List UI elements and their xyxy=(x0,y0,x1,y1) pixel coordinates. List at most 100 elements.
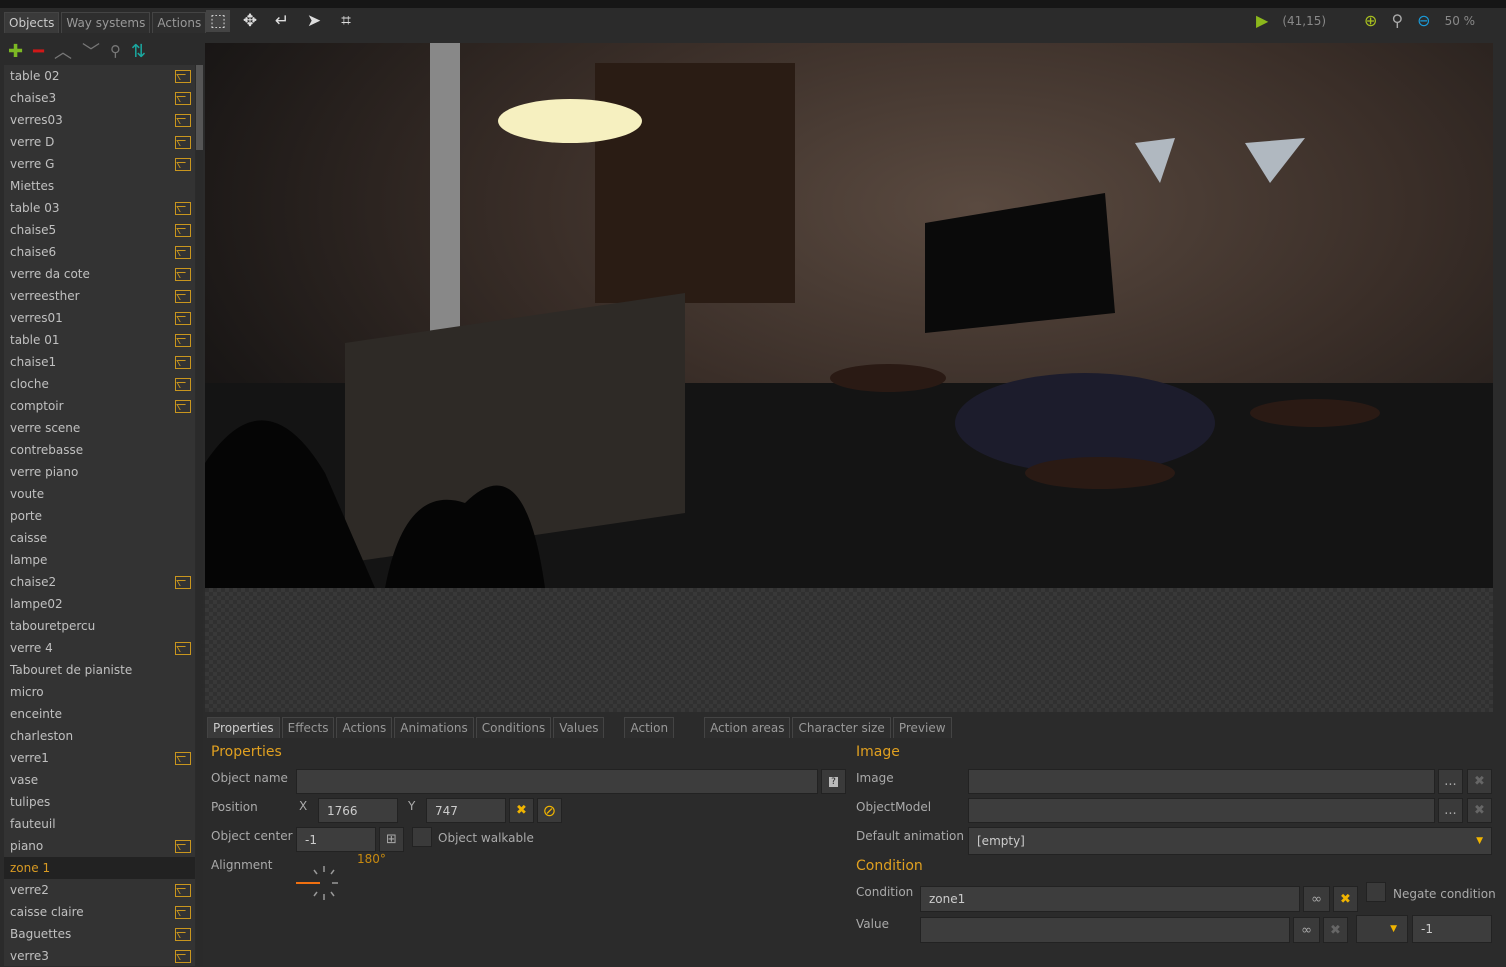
tab-way-systems[interactable]: Way systems xyxy=(61,12,151,33)
default-animation-select[interactable]: [empty] ▼ xyxy=(968,827,1492,855)
object-list-item[interactable]: zone 1 xyxy=(4,857,195,879)
object-list-item[interactable]: enceinte xyxy=(4,703,195,725)
object-list-item[interactable]: verre1 xyxy=(4,747,195,769)
tab-action-areas[interactable]: Action areas xyxy=(704,717,791,738)
object-list-item[interactable]: fauteuil xyxy=(4,813,195,835)
object-list-item[interactable]: verreesther xyxy=(4,285,195,307)
link-value-icon[interactable]: ∞ xyxy=(1293,917,1320,943)
object-list-item[interactable]: verre scene xyxy=(4,417,195,439)
center-spinbox[interactable]: -1 xyxy=(296,827,376,852)
tab-conditions[interactable]: Conditions xyxy=(475,717,552,738)
object-list-item[interactable]: table 03 xyxy=(4,197,195,219)
play-icon[interactable]: ▶ xyxy=(1256,11,1268,30)
move-icon[interactable]: ✥ xyxy=(238,10,262,32)
tab-actions[interactable]: Actions xyxy=(152,12,207,33)
browse-image-button[interactable]: ... xyxy=(1438,769,1463,794)
clear-value-icon[interactable]: ✖ xyxy=(1323,917,1348,943)
object-name: chaise5 xyxy=(10,223,57,237)
object-list-item[interactable]: micro xyxy=(4,681,195,703)
object-list-item[interactable]: verres03 xyxy=(4,109,195,131)
zoom-in-icon[interactable]: ⊕ xyxy=(1364,11,1377,30)
image-input[interactable] xyxy=(968,769,1435,794)
object-list-item[interactable]: comptoir xyxy=(4,395,195,417)
object-list-item[interactable]: chaise1 xyxy=(4,351,195,373)
object-list-item[interactable]: cloche xyxy=(4,373,195,395)
object-list-item[interactable]: piano xyxy=(4,835,195,857)
move-up-icon[interactable]: ︿ xyxy=(54,38,72,64)
tab-values[interactable]: Values xyxy=(553,717,605,738)
tab-character-size[interactable]: Character size xyxy=(792,717,891,738)
object-list-item[interactable]: contrebasse xyxy=(4,439,195,461)
object-list-item[interactable]: chaise3 xyxy=(4,87,195,109)
object-list-item[interactable]: verres01 xyxy=(4,307,195,329)
object-list-item[interactable]: Baguettes xyxy=(4,923,195,945)
object-list-item[interactable]: caisse claire xyxy=(4,901,195,923)
add-icon[interactable]: ✚ xyxy=(8,41,23,62)
object-name: micro xyxy=(10,685,44,699)
object-list-item[interactable]: tulipes xyxy=(4,791,195,813)
pointer-icon[interactable]: ➤ xyxy=(302,10,326,32)
object-list-item[interactable]: verre 4 xyxy=(4,637,195,659)
tab-actions[interactable]: Actions xyxy=(336,717,393,738)
object-list-item[interactable]: chaise6 xyxy=(4,241,195,263)
remove-icon[interactable]: ━ xyxy=(33,41,44,62)
walkable-checkbox[interactable] xyxy=(412,827,432,847)
object-list-item[interactable]: tabouretpercu xyxy=(4,615,195,637)
center-grid-icon[interactable]: ⊞ xyxy=(379,827,404,852)
scene-canvas[interactable] xyxy=(205,43,1493,588)
y-spinbox[interactable]: 747 xyxy=(426,798,506,823)
negate-checkbox[interactable] xyxy=(1366,882,1386,902)
compass-icon[interactable]: ⊘ xyxy=(537,798,562,823)
object-list-item[interactable]: verre G xyxy=(4,153,195,175)
tab-effects[interactable]: Effects xyxy=(281,717,335,738)
object-list-item[interactable]: verre piano xyxy=(4,461,195,483)
browse-model-button[interactable]: ... xyxy=(1438,798,1463,823)
crop-icon[interactable]: ⌗ xyxy=(334,10,358,32)
object-list-item[interactable]: porte xyxy=(4,505,195,527)
tab-objects[interactable]: Objects xyxy=(4,12,60,33)
object-name-input[interactable] xyxy=(296,769,818,794)
sort-icon[interactable]: ⇅ xyxy=(131,41,146,62)
list-scrollbar[interactable] xyxy=(196,65,203,966)
model-input[interactable] xyxy=(968,798,1435,823)
object-list-item[interactable]: verre D xyxy=(4,131,195,153)
zoom-reset-icon[interactable]: ⚲ xyxy=(1391,11,1403,30)
object-list-item[interactable]: Tabouret de pianiste xyxy=(4,659,195,681)
tab-properties[interactable]: Properties xyxy=(207,717,280,738)
tab-animations[interactable]: Animations xyxy=(394,717,474,738)
object-list-item[interactable]: verre3 xyxy=(4,945,195,967)
object-list-item[interactable]: chaise5 xyxy=(4,219,195,241)
object-list-item[interactable]: verre2 xyxy=(4,879,195,901)
zoom-out-icon[interactable]: ⊖ xyxy=(1417,11,1430,30)
search-icon[interactable]: ⚲ xyxy=(110,42,121,60)
clear-condition-icon[interactable]: ✖ xyxy=(1333,886,1358,912)
clear-model-icon[interactable]: ✖ xyxy=(1467,798,1492,823)
object-list-item[interactable]: caisse xyxy=(4,527,195,549)
return-icon[interactable]: ↵ xyxy=(270,10,294,32)
select-rect-icon[interactable]: ⬚ xyxy=(206,10,230,32)
move-down-icon[interactable]: ﹀ xyxy=(82,38,100,64)
object-list-item[interactable]: table 01 xyxy=(4,329,195,351)
object-list-item[interactable]: table 02 xyxy=(4,65,195,87)
object-list-item[interactable]: charleston xyxy=(4,725,195,747)
clear-image-icon[interactable]: ✖ xyxy=(1467,769,1492,794)
tab-action[interactable]: Action xyxy=(624,717,675,738)
condition-input[interactable]: zone1 xyxy=(920,886,1300,912)
alignment-dial[interactable] xyxy=(294,862,344,904)
object-list-item[interactable]: lampe xyxy=(4,549,195,571)
help-button[interactable]: ? xyxy=(821,769,846,794)
link-condition-icon[interactable]: ∞ xyxy=(1303,886,1330,912)
object-list-item[interactable]: voute xyxy=(4,483,195,505)
operator-select[interactable]: ▼ xyxy=(1356,915,1408,943)
x-spinbox[interactable]: 1766 xyxy=(318,798,398,823)
value-input[interactable] xyxy=(920,917,1290,943)
tab-preview[interactable]: Preview xyxy=(892,717,952,738)
object-list-item[interactable]: Miettes xyxy=(4,175,195,197)
object-list-item[interactable]: lampe02 xyxy=(4,593,195,615)
object-list-item[interactable]: vase xyxy=(4,769,195,791)
clear-position-icon[interactable]: ✖ xyxy=(509,798,534,823)
object-list-item[interactable]: verre da cote xyxy=(4,263,195,285)
value-spinbox[interactable]: -1 xyxy=(1412,915,1492,943)
zoom-level: 50 % xyxy=(1444,13,1476,28)
object-list-item[interactable]: chaise2 xyxy=(4,571,195,593)
